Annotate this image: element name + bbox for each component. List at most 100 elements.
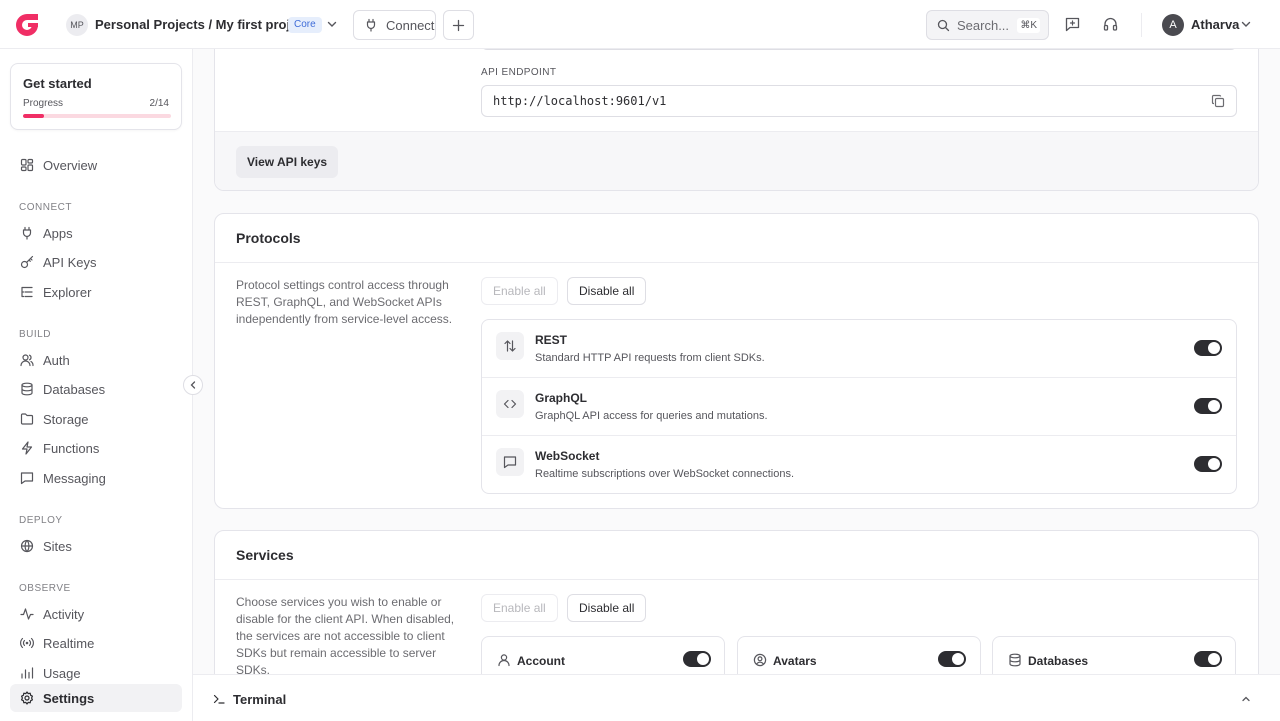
headset-icon[interactable] — [1102, 16, 1119, 33]
top-bar: MP Personal Projects / My first project … — [0, 0, 1280, 49]
feedback-icon[interactable] — [1064, 16, 1081, 33]
sidebar-item-functions[interactable]: Functions — [10, 434, 182, 462]
sidebar-item-label: Storage — [43, 411, 89, 427]
database-icon — [21, 382, 33, 396]
view-api-keys-button[interactable]: View API keys — [236, 146, 339, 178]
enable-all-button[interactable]: Enable all — [481, 277, 558, 305]
sidebar-item-label: Realtime — [43, 635, 95, 651]
chevron-down-icon[interactable] — [325, 17, 339, 31]
enable-all-button[interactable]: Enable all — [481, 594, 558, 622]
connect-button[interactable]: Connect — [353, 10, 436, 40]
rest-toggle[interactable] — [1194, 340, 1222, 356]
message-icon — [20, 472, 34, 485]
sidebar-item-label: Sites — [43, 538, 72, 554]
search-box[interactable]: Search... ⌘K — [926, 10, 1049, 40]
service-name: Databases — [1028, 654, 1089, 668]
section-observe: OBSERVE — [19, 583, 71, 594]
sidebar-item-label: Databases — [43, 381, 106, 397]
sidebar-item-databases[interactable]: Databases — [10, 375, 182, 403]
list-tree-icon — [21, 286, 33, 298]
connect-label: Connect — [386, 17, 435, 33]
section-build: BUILD — [19, 329, 51, 340]
add-button[interactable] — [443, 10, 474, 40]
message-icon — [503, 456, 517, 469]
project-breadcrumb[interactable]: Personal Projects / My first project — [95, 17, 309, 32]
database-icon — [1009, 653, 1021, 667]
project-avatar[interactable]: MP — [66, 14, 88, 36]
api-card-footer: View API keys — [215, 131, 1258, 190]
activity-icon — [20, 608, 34, 620]
folder-icon — [20, 413, 34, 425]
avatars-toggle[interactable] — [938, 651, 966, 667]
user-name[interactable]: Atharva — [1191, 17, 1239, 32]
chevron-up-icon[interactable] — [1240, 693, 1252, 705]
sidebar-item-apps[interactable]: Apps — [10, 219, 182, 247]
protocol-row-websocket: WebSocket Realtime subscriptions over We… — [482, 436, 1236, 493]
gear-icon — [21, 691, 33, 705]
sidebar-item-label: Settings — [43, 690, 95, 706]
sidebar-item-sites[interactable]: Sites — [10, 532, 182, 560]
sidebar-item-overview[interactable]: Overview — [10, 151, 182, 179]
sidebar-item-usage[interactable]: Usage — [10, 659, 182, 687]
protocols-title: Protocols — [215, 214, 1258, 263]
protocols-list: REST Standard HTTP API requests from cli… — [481, 319, 1237, 494]
sidebar-item-label: API Keys — [43, 254, 97, 270]
protocol-name: GraphQL — [535, 391, 588, 405]
protocol-row-graphql: GraphQL GraphQL API access for queries a… — [482, 378, 1236, 436]
plug-icon — [366, 18, 376, 32]
sidebar-item-storage[interactable]: Storage — [10, 405, 182, 433]
sidebar-item-explorer[interactable]: Explorer — [10, 278, 182, 306]
appwrite-logo-icon[interactable] — [14, 12, 40, 38]
protocol-icon-box — [496, 390, 524, 418]
user-avatar[interactable]: A — [1162, 14, 1184, 36]
previous-field-edge — [481, 49, 1237, 50]
get-started-card[interactable]: Get started Progress 2/14 — [10, 63, 182, 130]
chevron-down-icon[interactable] — [1239, 17, 1253, 31]
sidebar-item-label: Apps — [43, 225, 73, 241]
account-toggle[interactable] — [683, 651, 711, 667]
sidebar-item-messaging[interactable]: Messaging — [10, 464, 182, 492]
api-endpoint-card: API ENDPOINT http://localhost:9601/v1 Vi… — [214, 49, 1259, 191]
protocol-description: Standard HTTP API requests from client S… — [535, 352, 765, 364]
sidebar-item-auth[interactable]: Auth — [10, 346, 182, 374]
sidebar-item-label: Usage — [43, 665, 81, 681]
sidebar-item-settings[interactable]: Settings — [10, 684, 182, 712]
code-icon — [503, 399, 517, 409]
get-started-title: Get started — [23, 76, 92, 91]
service-card-account: Account — [481, 636, 725, 674]
endpoint-field[interactable]: http://localhost:9601/v1 — [481, 85, 1237, 117]
main-content: API ENDPOINT http://localhost:9601/v1 Vi… — [193, 49, 1280, 674]
chart-icon — [21, 667, 34, 679]
protocol-icon-box — [496, 448, 524, 476]
copy-icon[interactable] — [1211, 94, 1225, 108]
user-icon — [498, 654, 510, 667]
sidebar-item-realtime[interactable]: Realtime — [10, 629, 182, 657]
endpoint-label: API ENDPOINT — [481, 67, 557, 78]
sidebar-item-api-keys[interactable]: API Keys — [10, 248, 182, 276]
plug-icon — [22, 226, 32, 240]
section-connect: CONNECT — [19, 202, 72, 213]
sidebar: Get started Progress 2/14 Overview CONNE… — [0, 49, 193, 721]
plus-icon — [452, 19, 465, 31]
graphql-toggle[interactable] — [1194, 398, 1222, 414]
protocol-name: REST — [535, 333, 568, 347]
endpoint-value: http://localhost:9601/v1 — [493, 94, 667, 108]
progress-label: Progress — [23, 98, 64, 109]
service-name: Avatars — [773, 654, 817, 668]
websocket-toggle[interactable] — [1194, 456, 1222, 472]
terminal-bar[interactable]: Terminal — [193, 674, 1280, 721]
key-icon — [20, 255, 34, 269]
search-icon — [937, 19, 950, 31]
sidebar-item-label: Overview — [43, 157, 98, 173]
collapse-sidebar-button[interactable] — [183, 375, 203, 395]
services-description: Choose services you wish to enable or di… — [236, 595, 455, 674]
search-placeholder: Search... — [957, 17, 1010, 33]
arrows-up-down-icon — [504, 340, 516, 352]
protocol-name: WebSocket — [535, 449, 600, 463]
protocol-description: GraphQL API access for queries and mutat… — [535, 410, 768, 422]
databases-toggle[interactable] — [1194, 651, 1222, 667]
disable-all-button[interactable]: Disable all — [567, 277, 647, 305]
disable-all-button[interactable]: Disable all — [567, 594, 647, 622]
sidebar-item-activity[interactable]: Activity — [10, 600, 182, 628]
globe-icon — [20, 539, 34, 553]
